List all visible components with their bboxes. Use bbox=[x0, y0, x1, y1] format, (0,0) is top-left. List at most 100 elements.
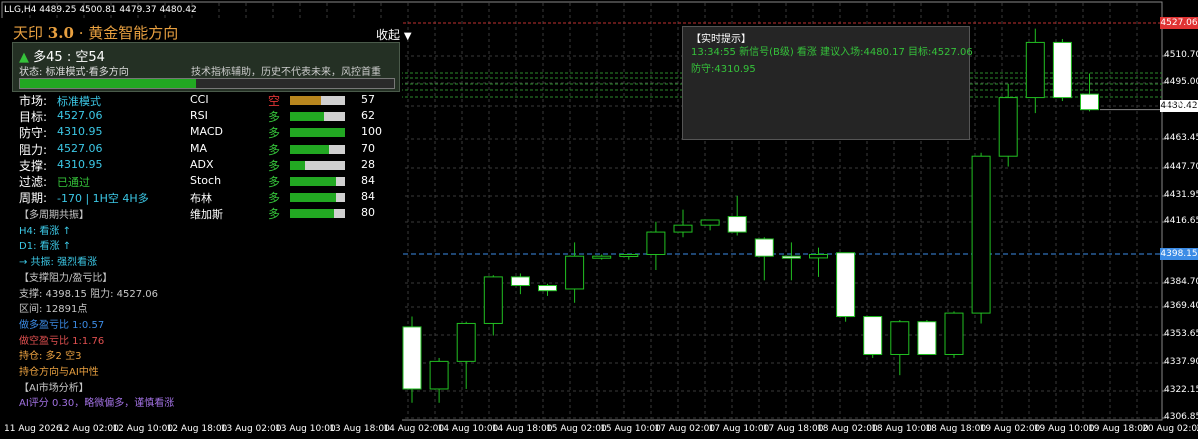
x-tick-label: 19 Aug 10:00 bbox=[1033, 424, 1095, 434]
indicator-name: Stoch bbox=[190, 174, 222, 187]
triangle-down-icon: ▼ bbox=[403, 31, 412, 42]
analysis-line: D1: 看涨 ↑ bbox=[19, 241, 72, 253]
x-tick-label: 17 Aug 10:00 bbox=[708, 424, 770, 434]
indicator-signal: 多 bbox=[268, 191, 281, 206]
x-tick-label: 14 Aug 18:00 bbox=[491, 424, 553, 434]
indicator-value: 28 bbox=[361, 157, 375, 171]
indicator-signal: 多 bbox=[268, 126, 281, 141]
candle-body bbox=[456, 322, 476, 362]
candle-body bbox=[917, 321, 937, 355]
y-tick-label: 4306.85 bbox=[1164, 412, 1198, 422]
candle-body bbox=[646, 231, 666, 255]
x-tick-label: 18 Aug 10:00 bbox=[871, 424, 932, 434]
x-tick-label: 13 Aug 10:00 bbox=[275, 424, 336, 434]
info-label: 过滤: bbox=[19, 175, 48, 189]
info-label: 阻力: bbox=[19, 142, 48, 157]
x-tick-label: 19 Aug 18:00 bbox=[1088, 424, 1149, 434]
disclaimer: 技术指标辅助，历史不代表未来，风控首重 bbox=[191, 67, 381, 78]
collapse-button[interactable]: 收起 ▼ bbox=[376, 26, 412, 43]
indicator-name: CCI bbox=[190, 93, 209, 106]
progress-bar bbox=[19, 78, 395, 89]
indicator-signal: 多 bbox=[268, 110, 281, 125]
candle-body bbox=[673, 224, 693, 233]
title-version: 3.0 bbox=[47, 24, 74, 42]
y-tick-label: 4431.95 bbox=[1164, 190, 1198, 200]
y-tick-label: 4384.70 bbox=[1164, 277, 1198, 287]
info-value: 4527.06 bbox=[57, 109, 103, 123]
indicator-value: 84 bbox=[361, 190, 375, 204]
analysis-line: 【多周期共振】 bbox=[19, 210, 89, 221]
candle-body bbox=[619, 253, 639, 257]
info-value: -170 | 1H空 4H多 bbox=[57, 192, 149, 206]
alert-line-2: 防守:4310.95 bbox=[691, 64, 756, 75]
candle-body bbox=[565, 255, 585, 290]
candle-body bbox=[944, 312, 964, 355]
y-tick-label: 4353.65 bbox=[1164, 329, 1198, 339]
signal-header: ▲ 多45 : 空54 状态: 标准模式·看多方向 技术指标辅助，历史不代表未来… bbox=[12, 42, 400, 92]
indicator-value: 62 bbox=[361, 109, 375, 123]
x-tick-label: 15 Aug 02:00 bbox=[546, 424, 607, 434]
x-tick-label: 11 Aug 2026 bbox=[4, 424, 62, 434]
x-tick-label: 13 Aug 02:00 bbox=[220, 424, 282, 434]
candle-body bbox=[1052, 41, 1072, 99]
candle-body bbox=[863, 316, 883, 355]
indicator-signal: 多 bbox=[268, 207, 281, 222]
y-tick-label: 4322.15 bbox=[1164, 385, 1198, 395]
candle-body bbox=[429, 360, 449, 390]
indicator-bar bbox=[290, 112, 345, 122]
chart-ohlc: 4489.25 4500.81 4479.37 4480.42 bbox=[39, 5, 197, 15]
level-price-label: 4398.15 bbox=[1160, 248, 1198, 260]
analysis-line: H4: 看涨 ↑ bbox=[19, 225, 71, 237]
analysis-line: 支撑: 4398.15 阻力: 4527.06 bbox=[19, 288, 158, 300]
x-tick-label: 12 Aug 10:00 bbox=[112, 424, 174, 434]
candle-body bbox=[483, 276, 503, 324]
indicator-bar-fill bbox=[290, 112, 325, 122]
realtime-alert-box: 【实时提示】 13:34:55 新信号(B级) 看涨 建议入场:4480.17 … bbox=[682, 26, 973, 140]
title-prefix: 天印 bbox=[13, 24, 44, 42]
title-suffix: · 黄金智能方向 bbox=[78, 24, 179, 42]
candle-body bbox=[998, 97, 1018, 157]
candle-body bbox=[1025, 41, 1045, 99]
y-tick-label: 4447.70 bbox=[1164, 162, 1198, 172]
x-tick-label: 14 Aug 10:00 bbox=[437, 424, 499, 434]
x-tick-label: 12 Aug 18:00 bbox=[166, 424, 228, 434]
chart-symbol: LLG,H4 bbox=[4, 5, 37, 15]
indicator-value: 57 bbox=[361, 93, 375, 106]
indicator-name: MA bbox=[190, 141, 208, 155]
indicator-value: 100 bbox=[361, 125, 382, 139]
y-tick-label: 4416.65 bbox=[1164, 216, 1198, 226]
indicator-value: 70 bbox=[361, 141, 375, 155]
candle-body bbox=[809, 253, 828, 259]
candle-body bbox=[1080, 93, 1099, 111]
candle-body bbox=[538, 285, 557, 292]
panel-title: 天印 3.0 · 黄金智能方向 bbox=[13, 22, 178, 43]
x-tick-label: 12 Aug 02:00 bbox=[58, 424, 119, 434]
info-value: 已通过 bbox=[57, 176, 90, 189]
candle-body bbox=[727, 216, 747, 233]
y-tick-label: 4510.70 bbox=[1164, 50, 1198, 60]
candle-body bbox=[754, 238, 774, 257]
y-tick-label: 4337.90 bbox=[1164, 357, 1198, 367]
indicator-name: 布林 bbox=[190, 192, 212, 206]
indicator-signal: 空 bbox=[268, 94, 281, 108]
alert-line-1: 13:34:55 新信号(B级) 看涨 建议入场:4480.17 目标:4527… bbox=[691, 47, 973, 58]
indicator-bar-fill bbox=[290, 160, 306, 170]
analysis-line: 【支撑阻力/盈亏比】 bbox=[19, 272, 113, 284]
y-tick-label: 4369.40 bbox=[1164, 301, 1198, 311]
indicator-bar bbox=[290, 177, 345, 186]
x-tick-label: 20 Aug 02:00 bbox=[1142, 424, 1198, 434]
candle-body bbox=[510, 276, 530, 287]
info-value: 4527.06 bbox=[57, 141, 103, 155]
x-tick-label: 18 Aug 02:00 bbox=[817, 424, 878, 434]
info-value: 标准模式 bbox=[57, 95, 101, 108]
analysis-line: 做空盈亏比 1:1.76 bbox=[19, 335, 105, 347]
status-line: 状态: 标准模式·看多方向 bbox=[19, 67, 129, 78]
y-tick-label: 4495.00 bbox=[1164, 77, 1198, 87]
x-tick-label: 13 Aug 18:00 bbox=[329, 424, 390, 434]
indicator-name: MACD bbox=[190, 125, 223, 139]
candle-body bbox=[890, 321, 910, 355]
indicator-bar bbox=[290, 144, 345, 154]
indicator-bar-fill bbox=[290, 144, 329, 154]
info-value: 4310.95 bbox=[57, 125, 103, 139]
info-label: 支撑: bbox=[19, 158, 48, 173]
